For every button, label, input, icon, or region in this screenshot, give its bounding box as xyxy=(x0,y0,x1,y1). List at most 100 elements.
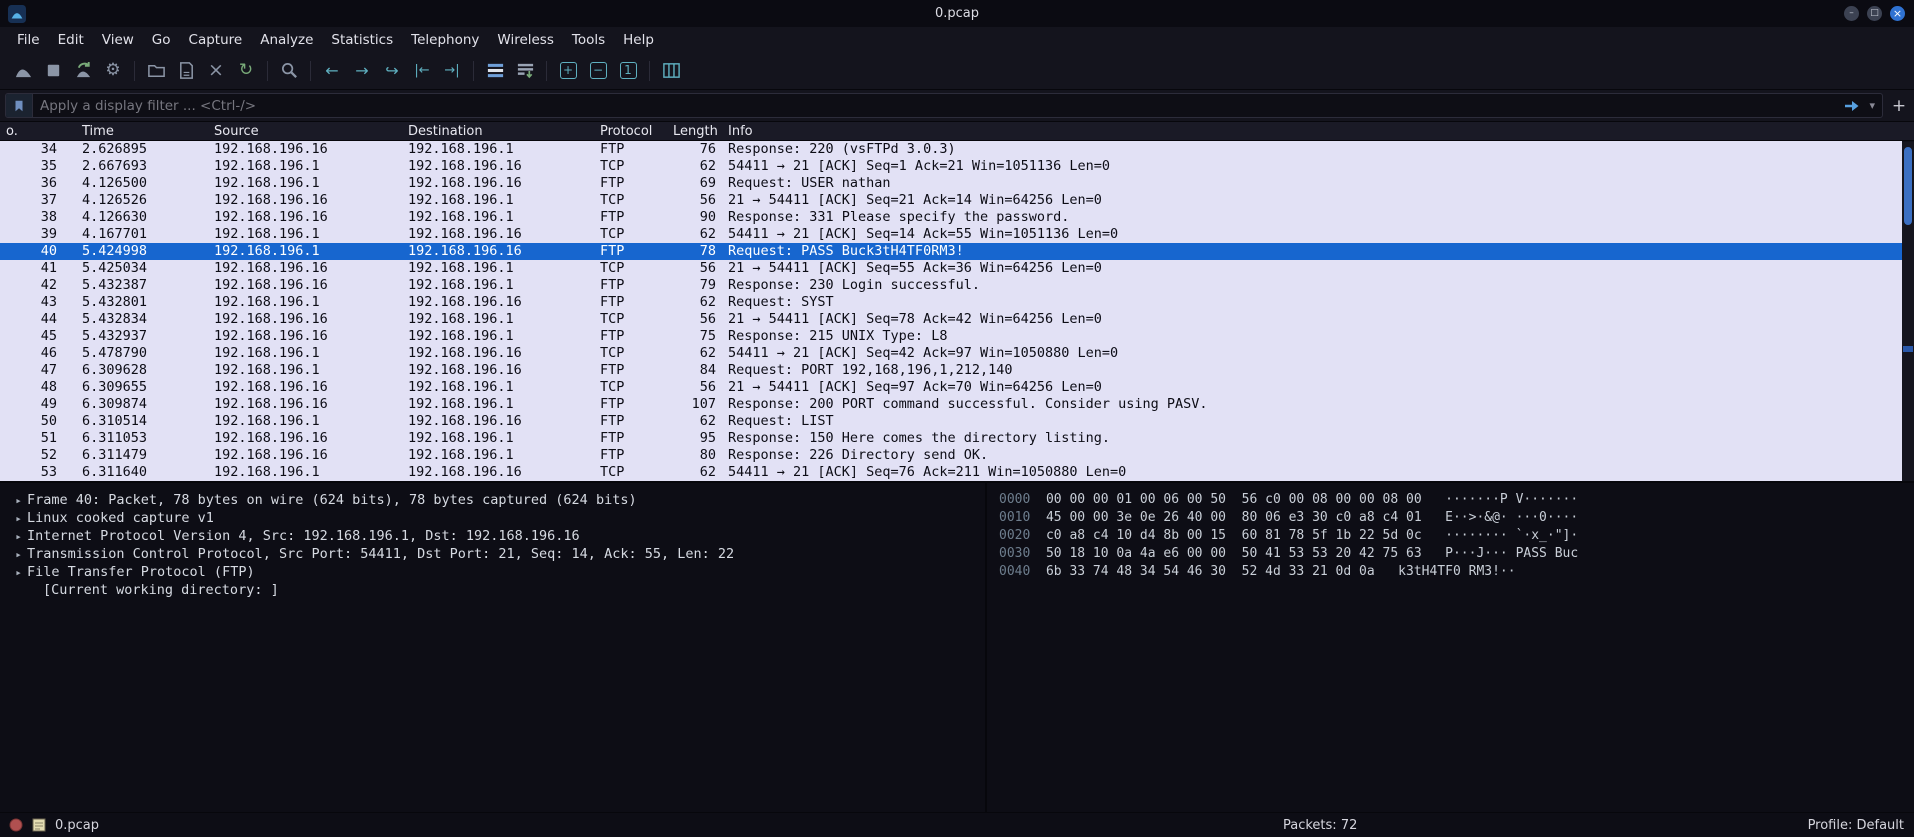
auto-scroll-icon[interactable] xyxy=(511,57,539,85)
packet-row-51[interactable]: 51 6.311053 192.168.196.16 192.168.196.1 FTP… xyxy=(0,430,1902,447)
column-header-length[interactable]: Length xyxy=(673,124,718,139)
packet-row-47[interactable]: 47 6.309628 192.168.196.1 192.168.196.16 FTP… xyxy=(0,362,1902,379)
cell-source: 192.168.196.16 xyxy=(214,430,328,446)
menubar: File Edit View Go Capture Analyze Statistics Te… xyxy=(0,27,1914,52)
detail-line-5[interactable]: [Current working directory: ] xyxy=(10,582,985,600)
zoom-out-icon[interactable]: − xyxy=(584,57,612,85)
expert-info-icon[interactable] xyxy=(9,818,23,832)
reload-file-icon[interactable]: ↻ xyxy=(232,57,260,85)
detail-line-3[interactable]: ▸ Transmission Control Protocol, Src Port… xyxy=(10,546,985,564)
packet-row-48[interactable]: 48 6.309655 192.168.196.16 192.168.196.1 TCP… xyxy=(0,379,1902,396)
packet-row-49[interactable]: 49 6.309874 192.168.196.16 192.168.196.1 FTP… xyxy=(0,396,1902,413)
packet-row-37[interactable]: 37 4.126526 192.168.196.16 192.168.196.1 TCP… xyxy=(0,192,1902,209)
cell-info: 21 → 54411 [ACK] Seq=78 Ack=42 Win=64256… xyxy=(728,311,1102,327)
hex-line-0000[interactable]: 0000 00 00 00 01 00 06 00 50 56 c0 00 08… xyxy=(999,492,1914,510)
packet-row-45[interactable]: 45 5.432937 192.168.196.16 192.168.196.1 FTP… xyxy=(0,328,1902,345)
expander-icon[interactable]: ▸ xyxy=(10,512,27,525)
hex-line-0040[interactable]: 0040 6b 33 74 48 34 54 46 30 52 4d 33 21… xyxy=(999,564,1914,582)
apply-filter-icon[interactable] xyxy=(1839,99,1867,113)
packet-row-39[interactable]: 39 4.167701 192.168.196.1 192.168.196.16 TCP… xyxy=(0,226,1902,243)
start-capture-icon[interactable] xyxy=(9,57,37,85)
cell-no: 53 xyxy=(40,464,57,480)
menu-file[interactable]: File xyxy=(8,32,49,48)
zoom-in-icon[interactable]: + xyxy=(554,57,582,85)
menu-telephony[interactable]: Telephony xyxy=(402,32,488,48)
filter-dropdown-caret-icon[interactable]: ▾ xyxy=(1867,99,1882,112)
packet-list-scrollbar[interactable] xyxy=(1902,142,1914,481)
menu-edit[interactable]: Edit xyxy=(49,32,93,48)
column-header-protocol[interactable]: Protocol xyxy=(600,124,652,139)
filter-bookmark-icon[interactable] xyxy=(6,94,33,117)
add-filter-button[interactable]: + xyxy=(1889,96,1909,116)
go-first-icon[interactable]: |← xyxy=(408,57,436,85)
colorize-packets-icon[interactable] xyxy=(481,57,509,85)
go-to-packet-icon[interactable]: ↪ xyxy=(378,57,406,85)
menu-wireless[interactable]: Wireless xyxy=(488,32,563,48)
cell-no: 34 xyxy=(40,141,57,157)
packet-row-42[interactable]: 42 5.432387 192.168.196.16 192.168.196.1 FTP… xyxy=(0,277,1902,294)
menu-analyze[interactable]: Analyze xyxy=(251,32,322,48)
hex-line-0010[interactable]: 0010 45 00 00 3e 0e 26 40 00 80 06 e3 30… xyxy=(999,510,1914,528)
scrollbar-thumb[interactable] xyxy=(1904,147,1912,225)
minimize-button[interactable]: – xyxy=(1844,6,1859,21)
expander-icon[interactable]: ▸ xyxy=(10,548,27,561)
expander-icon[interactable]: ▸ xyxy=(10,530,27,543)
packet-row-44[interactable]: 44 5.432834 192.168.196.16 192.168.196.1 TCP… xyxy=(0,311,1902,328)
hex-line-0030[interactable]: 0030 50 18 10 0a 4a e6 00 00 50 41 53 53… xyxy=(999,546,1914,564)
packet-row-36[interactable]: 36 4.126500 192.168.196.1 192.168.196.16 FTP… xyxy=(0,175,1902,192)
cell-protocol: FTP xyxy=(600,396,625,412)
detail-line-1[interactable]: ▸ Linux cooked capture v1 xyxy=(10,510,985,528)
packet-row-53[interactable]: 53 6.311640 192.168.196.1 192.168.196.16 TCP… xyxy=(0,464,1902,481)
menu-go[interactable]: Go xyxy=(143,32,180,48)
detail-line-0[interactable]: ▸ Frame 40: Packet, 78 bytes on wire (624… xyxy=(10,492,985,510)
packet-row-40[interactable]: 40 5.424998 192.168.196.1 192.168.196.16 FTP… xyxy=(0,243,1902,260)
capture-options-icon[interactable]: ⚙ xyxy=(99,57,127,85)
column-header-destination[interactable]: Destination xyxy=(408,124,483,139)
column-header-o[interactable]: o. xyxy=(6,124,18,139)
packet-row-46[interactable]: 46 5.478790 192.168.196.1 192.168.196.16 TCP… xyxy=(0,345,1902,362)
stop-capture-icon[interactable] xyxy=(39,57,67,85)
packet-row-35[interactable]: 35 2.667693 192.168.196.1 192.168.196.16 TCP… xyxy=(0,158,1902,175)
menu-capture[interactable]: Capture xyxy=(180,32,252,48)
hex-line-0020[interactable]: 0020 c0 a8 c4 10 d4 8b 00 15 60 81 78 5f… xyxy=(999,528,1914,546)
packet-row-43[interactable]: 43 5.432801 192.168.196.1 192.168.196.16 FTP… xyxy=(0,294,1902,311)
packet-row-34[interactable]: 34 2.626895 192.168.196.16 192.168.196.1 FTP… xyxy=(0,141,1902,158)
go-forward-icon[interactable]: → xyxy=(348,57,376,85)
packet-row-50[interactable]: 50 6.310514 192.168.196.1 192.168.196.16 FTP… xyxy=(0,413,1902,430)
cell-time: 5.424998 xyxy=(82,243,148,259)
cell-source: 192.168.196.1 xyxy=(214,362,320,378)
column-header-info[interactable]: Info xyxy=(728,124,753,139)
open-file-icon[interactable] xyxy=(142,57,170,85)
go-back-icon[interactable]: ← xyxy=(318,57,346,85)
cell-destination: 192.168.196.1 xyxy=(408,311,514,327)
column-header-source[interactable]: Source xyxy=(214,124,259,139)
menu-help[interactable]: Help xyxy=(614,32,663,48)
detail-line-4[interactable]: ▸ File Transfer Protocol (FTP) xyxy=(10,564,985,582)
filterbar: Apply a display filter ... <Ctrl-/> ▾ + xyxy=(0,90,1914,121)
cell-info: Response: 226 Directory send OK. xyxy=(728,447,989,463)
resize-columns-icon[interactable] xyxy=(657,57,685,85)
find-packet-icon[interactable] xyxy=(275,57,303,85)
packet-row-41[interactable]: 41 5.425034 192.168.196.16 192.168.196.1 TCP… xyxy=(0,260,1902,277)
expander-icon[interactable]: ▸ xyxy=(10,494,27,507)
cell-destination: 192.168.196.16 xyxy=(408,226,522,242)
menu-statistics[interactable]: Statistics xyxy=(322,32,402,48)
save-file-icon[interactable] xyxy=(172,57,200,85)
packet-row-38[interactable]: 38 4.126630 192.168.196.16 192.168.196.1 FTP… xyxy=(0,209,1902,226)
menu-view[interactable]: View xyxy=(93,32,143,48)
capture-comment-icon[interactable] xyxy=(32,818,46,832)
zoom-original-icon[interactable]: 1 xyxy=(614,57,642,85)
close-button[interactable]: × xyxy=(1890,6,1905,21)
cell-time: 5.432387 xyxy=(82,277,148,293)
detail-line-2[interactable]: ▸ Internet Protocol Version 4, Src: 192.1… xyxy=(10,528,985,546)
restart-capture-icon[interactable] xyxy=(69,57,97,85)
status-profile[interactable]: Profile: Default xyxy=(1808,818,1904,833)
menu-tools[interactable]: Tools xyxy=(563,32,614,48)
packet-row-52[interactable]: 52 6.311479 192.168.196.16 192.168.196.1 FTP… xyxy=(0,447,1902,464)
expander-icon[interactable]: ▸ xyxy=(10,566,27,579)
go-last-icon[interactable]: →| xyxy=(438,57,466,85)
column-header-time[interactable]: Time xyxy=(82,124,114,139)
close-file-icon[interactable]: × xyxy=(202,57,230,85)
maximize-button[interactable]: □ xyxy=(1867,6,1882,21)
display-filter-input[interactable]: Apply a display filter ... <Ctrl-/> ▾ xyxy=(5,93,1883,118)
